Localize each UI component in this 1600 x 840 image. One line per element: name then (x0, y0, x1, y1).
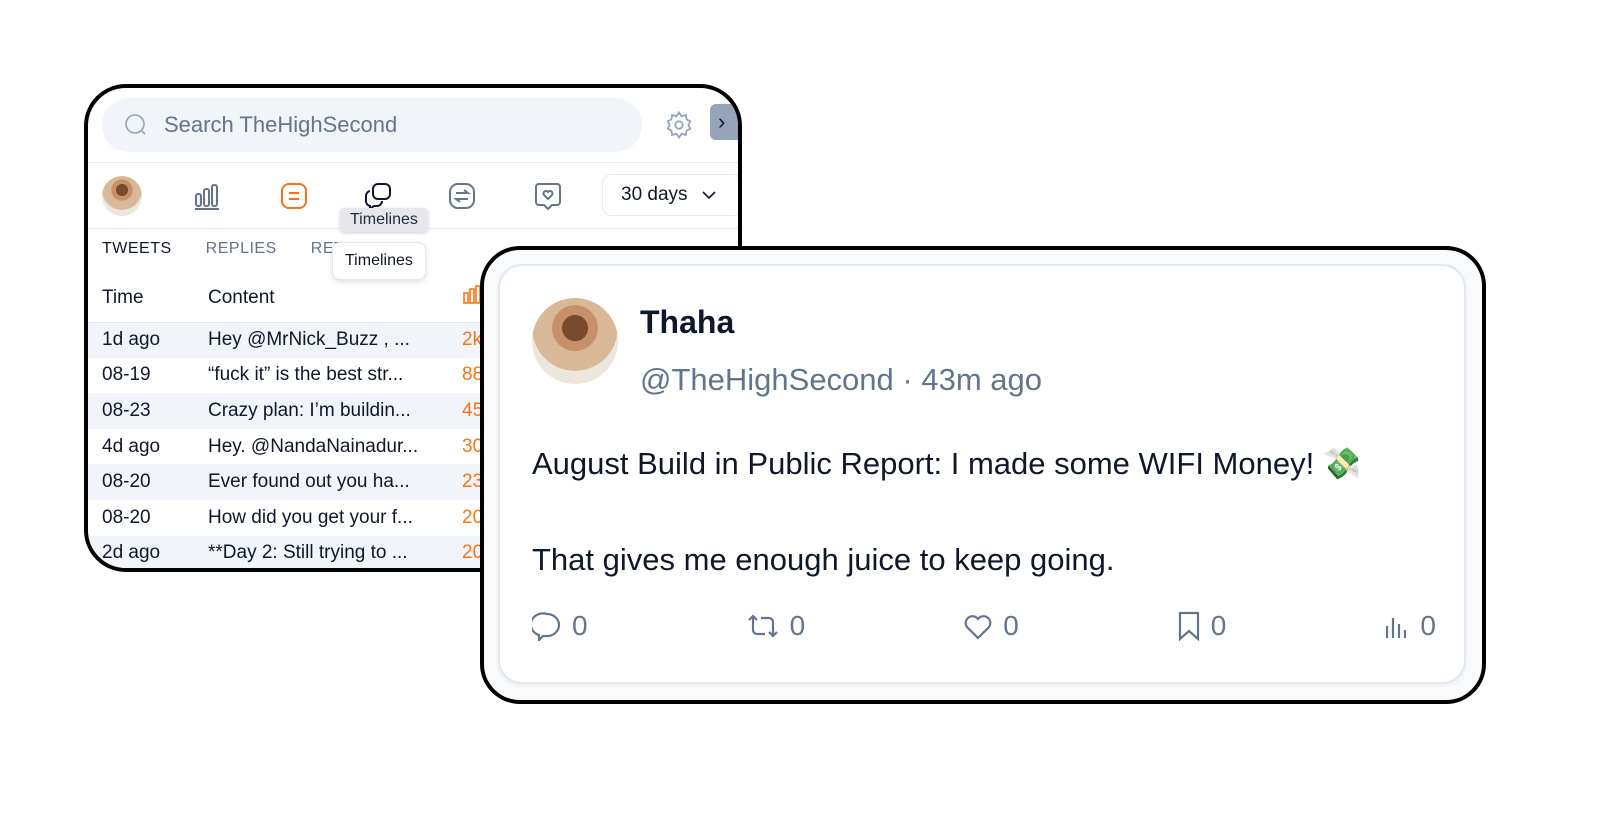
row-content: Hey @MrNick_Buzz , ... (208, 322, 462, 358)
bookmark-icon (1178, 611, 1199, 641)
tweet-line: August Build in Public Report: I made so… (532, 446, 1362, 481)
row-time: 08-20 (88, 464, 208, 500)
tweet-actions: 0 0 0 0 0 (532, 610, 1436, 642)
swap-icon[interactable] (448, 182, 476, 210)
row-content: How did you get your f... (208, 506, 413, 528)
reply-button[interactable]: 0 (532, 610, 588, 642)
search-input[interactable]: Search TheHighSecond (164, 112, 397, 138)
chat-bubbles-icon[interactable] (364, 182, 392, 210)
list-icon[interactable] (280, 182, 308, 210)
row-time: 1d ago (88, 322, 208, 358)
comment-icon (532, 612, 561, 641)
like-count: 0 (1003, 610, 1019, 641)
row-content: Hey. @NandaNainadur... (208, 435, 419, 457)
chevron-down-icon (701, 191, 716, 200)
tweet-preview-frame: Thaha @TheHighSecond · 43m ago August Bu… (480, 246, 1486, 704)
author-handle: @TheHighSecond · 43m ago (640, 362, 1042, 397)
views-button[interactable]: 0 (1384, 610, 1436, 642)
retweet-icon (747, 614, 778, 638)
row-time: 4d ago (102, 435, 161, 457)
heart-icon (964, 615, 992, 640)
like-button[interactable]: 0 (963, 610, 1019, 642)
row-content: Crazy plan: I’m buildin... (208, 393, 462, 429)
row-time: 08-19 (102, 364, 151, 386)
range-select-value: 30 days (621, 184, 688, 205)
row-time: 08-20 (102, 506, 151, 528)
row-content: “fuck it” is the best str... (208, 364, 404, 386)
range-select[interactable]: 30 days (602, 174, 738, 216)
avatar[interactable] (102, 176, 142, 216)
tooltip-popover: Timelines (332, 242, 426, 280)
column-header-time[interactable]: Time (88, 274, 208, 323)
tweet-card[interactable]: Thaha @TheHighSecond · 43m ago August Bu… (498, 264, 1466, 684)
retweet-button[interactable]: 0 (746, 610, 806, 642)
reply-count: 0 (572, 610, 588, 641)
bookmark-button[interactable]: 0 (1177, 610, 1227, 642)
views-chart-icon (1386, 618, 1407, 638)
tab-tweets[interactable]: TWEETS (102, 240, 172, 258)
author-name: Thaha (640, 304, 735, 340)
bar-chart-icon (463, 284, 481, 304)
divider (88, 228, 738, 229)
divider (88, 162, 738, 163)
bar-chart-icon[interactable] (194, 182, 220, 210)
row-time: 2d ago (88, 535, 208, 568)
search-icon (125, 114, 146, 135)
row-content: Ever found out you ha... (208, 464, 462, 500)
view-count: 0 (1420, 610, 1436, 641)
column-header-content[interactable]: Content (208, 274, 462, 323)
heart-bubble-icon[interactable] (534, 182, 562, 212)
row-content: **Day 2: Still trying to ... (208, 535, 462, 568)
tweet-line: That gives me enough juice to keep going… (532, 542, 1115, 577)
tab-replies[interactable]: REPLIES (206, 240, 277, 258)
search-bar[interactable]: Search TheHighSecond (102, 98, 642, 152)
row-time: 08-23 (88, 393, 208, 429)
expand-chevron-icon[interactable]: › (710, 104, 738, 140)
tweet-text: August Build in Public Report: I made so… (532, 440, 1361, 584)
tab-bar: TWEETS REPLIES RET (102, 240, 344, 258)
avatar[interactable] (532, 298, 618, 384)
retweet-count: 0 (789, 610, 806, 641)
bookmark-count: 0 (1210, 610, 1227, 641)
gear-icon[interactable] (664, 110, 694, 140)
